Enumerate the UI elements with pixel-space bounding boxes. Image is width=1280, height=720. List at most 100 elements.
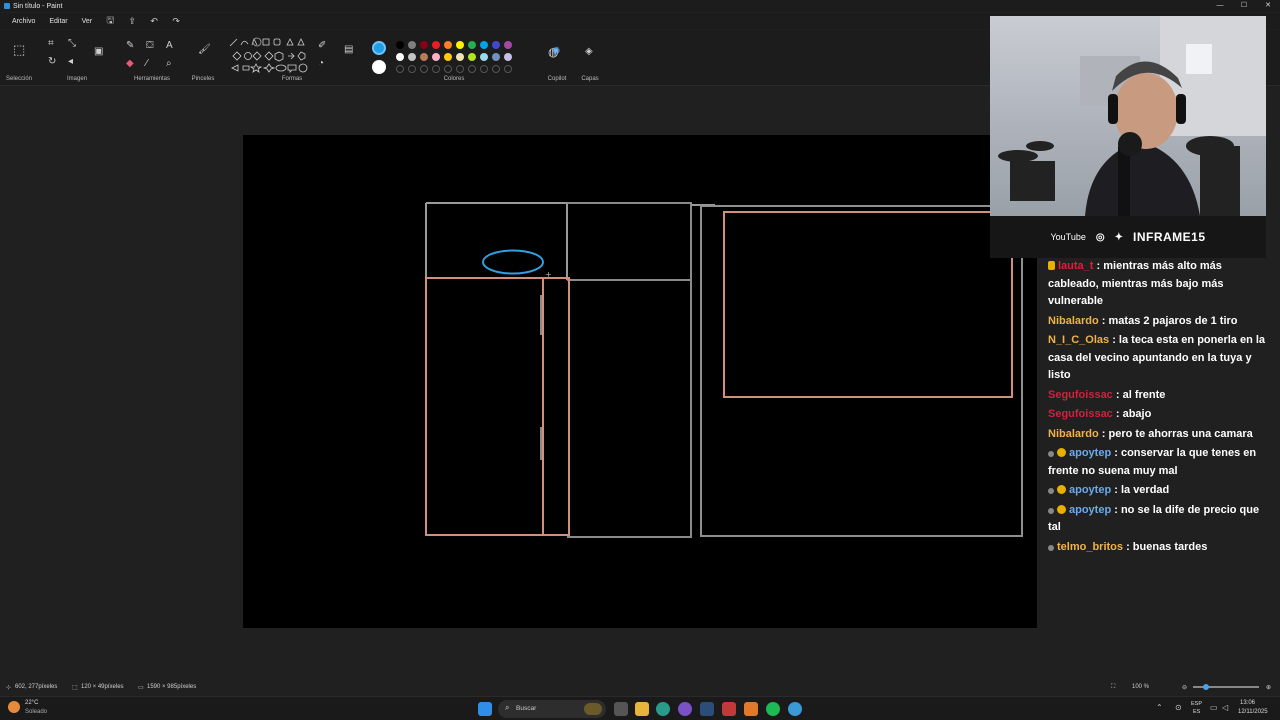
tray-icon[interactable]: ⊙	[1175, 703, 1182, 712]
palette-swatch[interactable]	[432, 53, 440, 61]
resize-icon[interactable]: ⤡	[68, 38, 76, 50]
chat-text: : la verdad	[1111, 484, 1170, 496]
zoom-select[interactable]: 100 %	[1132, 684, 1149, 690]
minimize-button[interactable]: —	[1208, 0, 1232, 12]
palette-swatch[interactable]	[420, 41, 428, 49]
language-bottom[interactable]: ES	[1193, 709, 1200, 715]
file-explorer-icon[interactable]	[635, 702, 649, 716]
network-icon[interactable]: ▭	[1210, 703, 1218, 712]
layers-icon[interactable]: ◈	[585, 46, 593, 58]
crop-icon[interactable]: ⌗	[48, 38, 54, 50]
image-select-icon[interactable]: ▣	[94, 46, 103, 58]
spotify-icon[interactable]	[766, 702, 780, 716]
task-view-icon[interactable]	[614, 702, 628, 716]
clock-time[interactable]: 13:06	[1240, 700, 1255, 706]
palette-swatch[interactable]	[480, 53, 488, 61]
weather-icon[interactable]	[8, 701, 20, 713]
drawn-rectangle	[425, 277, 570, 536]
custom-color-slot[interactable]	[456, 65, 464, 73]
shapes-gallery[interactable]	[228, 36, 310, 74]
magnifier-icon[interactable]: ⌕	[166, 58, 172, 70]
flip-icon[interactable]: ◂	[68, 56, 73, 68]
copilot-icon[interactable]: ✺	[552, 46, 560, 58]
chat-text: : buenas tardes	[1123, 540, 1208, 553]
rotate-icon[interactable]: ↻	[48, 56, 56, 68]
text-icon[interactable]: A	[166, 40, 173, 52]
palette-swatch[interactable]	[504, 53, 512, 61]
fill-style-icon[interactable]: ◔	[318, 58, 324, 70]
fit-icon[interactable]: ⛶	[1111, 684, 1115, 691]
palette-swatch[interactable]	[456, 41, 464, 49]
custom-color-slot[interactable]	[492, 65, 500, 73]
share-icon[interactable]: ⇪	[122, 16, 142, 27]
palette-swatch[interactable]	[480, 41, 488, 49]
close-button[interactable]: ✕	[1256, 0, 1280, 12]
brush-icon[interactable]: 🖌	[198, 44, 211, 56]
palette-swatch[interactable]	[396, 41, 404, 49]
eraser-icon[interactable]: ◆	[126, 58, 134, 70]
outline-icon[interactable]: ✐	[318, 40, 326, 52]
paint-app-icon	[4, 3, 10, 9]
menu-ver[interactable]: Ver	[76, 16, 99, 27]
chevron-up-icon[interactable]: ⌃	[1156, 703, 1163, 712]
custom-color-slot[interactable]	[408, 65, 416, 73]
save-icon[interactable]: 🖫	[100, 13, 120, 29]
custom-color-slot[interactable]	[444, 65, 452, 73]
custom-color-slot[interactable]	[420, 65, 428, 73]
palette-swatch[interactable]	[444, 41, 452, 49]
palette-swatch[interactable]	[408, 53, 416, 61]
edge-icon[interactable]	[656, 702, 670, 716]
palette-swatch[interactable]	[396, 53, 404, 61]
paint-icon[interactable]	[788, 702, 802, 716]
custom-color-slot[interactable]	[396, 65, 404, 73]
redo-icon[interactable]: ↷	[166, 16, 186, 27]
shapes-label: Formas	[281, 76, 303, 82]
language-top[interactable]: ESP	[1191, 701, 1202, 707]
drawing-canvas[interactable]: +	[243, 135, 1037, 628]
colors-group: ◍ Colores	[366, 34, 558, 84]
shape-fill-icon[interactable]: ▤	[344, 44, 353, 56]
palette-swatch[interactable]	[468, 41, 476, 49]
pencil-icon[interactable]: ✎	[126, 40, 134, 52]
palette-swatch[interactable]	[504, 41, 512, 49]
zoom-in-icon[interactable]: ⊕	[1266, 684, 1271, 691]
obs-icon[interactable]	[678, 702, 692, 716]
weather-desc: Soleado	[25, 709, 48, 715]
custom-color-slot[interactable]	[432, 65, 440, 73]
palette-swatch[interactable]	[408, 41, 416, 49]
steam-icon[interactable]	[700, 702, 714, 716]
color-picker-icon[interactable]: ⁄	[146, 58, 148, 70]
clock-date[interactable]: 12/11/2025	[1238, 709, 1268, 715]
channel-name: INFRAME15	[1132, 230, 1206, 244]
palette-swatch[interactable]	[456, 53, 464, 61]
menu-editar[interactable]: Editar	[43, 16, 73, 27]
copilot-label: Copilot	[547, 76, 567, 82]
fill-icon[interactable]: ⛋	[146, 40, 154, 52]
start-icon[interactable]	[478, 702, 492, 716]
palette-swatch[interactable]	[468, 53, 476, 61]
primary-color[interactable]	[372, 41, 386, 55]
custom-color-slot[interactable]	[504, 65, 512, 73]
chat-badge-icon	[1057, 448, 1066, 457]
palette-swatch[interactable]	[492, 53, 500, 61]
secondary-color[interactable]	[372, 60, 386, 74]
selection-icon[interactable]: ⬚	[13, 43, 25, 56]
app-icon[interactable]	[722, 702, 736, 716]
app-icon-2[interactable]	[744, 702, 758, 716]
zoom-slider-thumb[interactable]	[1203, 684, 1209, 690]
custom-color-slot[interactable]	[480, 65, 488, 73]
menu-archivo[interactable]: Archivo	[6, 16, 41, 27]
custom-color-slot[interactable]	[468, 65, 476, 73]
volume-icon[interactable]: ◁	[1222, 703, 1228, 712]
chat-badge-icon	[1048, 544, 1054, 551]
tools-label: Herramientas	[133, 76, 170, 82]
search-box[interactable]: ⌕ Buscar	[498, 700, 606, 718]
palette-swatch[interactable]	[492, 41, 500, 49]
zoom-out-icon[interactable]: ⊖	[1182, 684, 1187, 691]
undo-icon[interactable]: ↶	[144, 16, 164, 27]
palette-swatch[interactable]	[420, 53, 428, 61]
title-bar: Sin título - Paint — ☐ ✕	[0, 0, 1280, 12]
palette-swatch[interactable]	[444, 53, 452, 61]
maximize-button[interactable]: ☐	[1232, 0, 1256, 12]
palette-swatch[interactable]	[432, 41, 440, 49]
